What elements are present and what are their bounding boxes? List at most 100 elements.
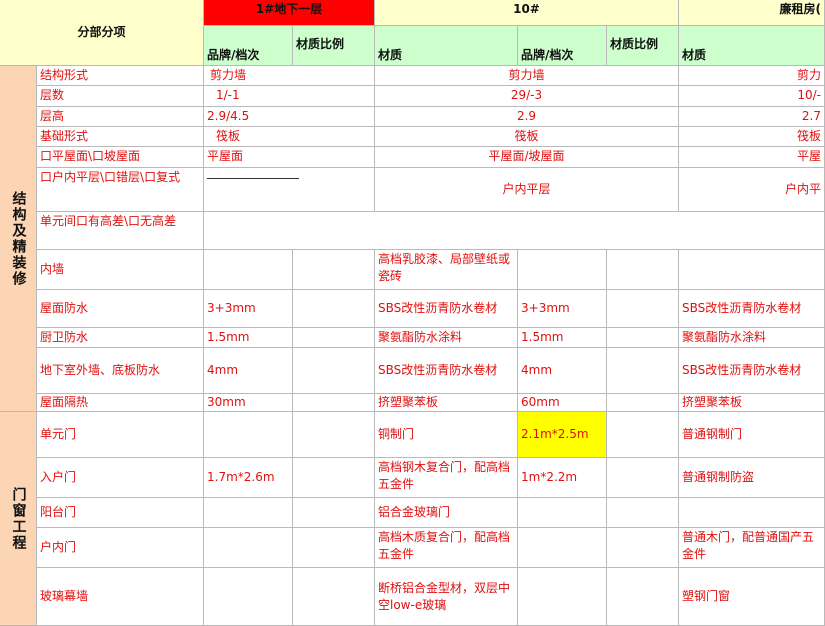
merged-cell[interactable]: 剪力 bbox=[679, 66, 825, 86]
subheader-ratio-1[interactable]: 材质比例 bbox=[293, 26, 375, 66]
cell-ratio-1[interactable] bbox=[293, 328, 375, 348]
section-header-cell[interactable]: 分部分项 bbox=[0, 0, 204, 66]
cell-brand-1[interactable]: 1.5mm bbox=[204, 328, 293, 348]
cell-ratio-1[interactable] bbox=[293, 568, 375, 626]
row-label[interactable]: 口平屋面\口坡屋面 bbox=[37, 147, 204, 168]
cell-brand-10-highlighted[interactable]: 2.1m*2.5m bbox=[518, 412, 607, 458]
merged-cell[interactable]: 筏板 bbox=[375, 127, 679, 147]
cell-brand-10[interactable]: 1m*2.2m bbox=[518, 458, 607, 498]
cell-ratio-10[interactable] bbox=[607, 250, 679, 290]
cell-material-lowrent[interactable]: 普通钢制防盗 bbox=[679, 458, 825, 498]
cell-material-10[interactable]: 挤塑聚苯板 bbox=[375, 394, 518, 412]
cell-brand-10[interactable] bbox=[518, 250, 607, 290]
cell-material-10[interactable]: SBS改性沥青防水卷材 bbox=[375, 290, 518, 328]
merged-cell[interactable]: 户内平层 bbox=[375, 168, 679, 212]
cell-brand-10[interactable] bbox=[518, 528, 607, 568]
cell-brand-10[interactable]: 4mm bbox=[518, 348, 607, 394]
row-label[interactable]: 入户门 bbox=[37, 458, 204, 498]
merged-cell[interactable]: 2.9/4.5 bbox=[204, 107, 375, 127]
cell-brand-1[interactable] bbox=[204, 528, 293, 568]
cell-material-10[interactable]: 高档乳胶漆、局部壁纸或瓷砖 bbox=[375, 250, 518, 290]
group-header-lowrent[interactable]: 廉租房( bbox=[679, 0, 825, 26]
cell-ratio-1[interactable] bbox=[293, 394, 375, 412]
merged-cell[interactable]: 筏板 bbox=[679, 127, 825, 147]
cell-ratio-1[interactable] bbox=[293, 528, 375, 568]
cell-ratio-10[interactable] bbox=[607, 528, 679, 568]
cell-brand-10[interactable]: 1.5mm bbox=[518, 328, 607, 348]
cell-brand-10[interactable] bbox=[518, 568, 607, 626]
row-label[interactable]: 户内门 bbox=[37, 528, 204, 568]
row-label[interactable]: 屋面防水 bbox=[37, 290, 204, 328]
cell-brand-10[interactable]: 3+3mm bbox=[518, 290, 607, 328]
merged-cell[interactable]: 平屋面/坡屋面 bbox=[375, 147, 679, 168]
cell-ratio-1[interactable] bbox=[293, 498, 375, 528]
cell-ratio-10[interactable] bbox=[607, 458, 679, 498]
section-structure[interactable]: 结构及精装修 bbox=[0, 66, 37, 412]
row-label[interactable]: 阳台门 bbox=[37, 498, 204, 528]
cell-ratio-1[interactable] bbox=[293, 250, 375, 290]
merged-cell[interactable]: 2.9 bbox=[375, 107, 679, 127]
cell-ratio-1[interactable] bbox=[293, 458, 375, 498]
merged-cell[interactable]: 剪力墙 bbox=[204, 66, 375, 86]
merged-cell[interactable]: 29/-3 bbox=[375, 86, 679, 107]
cell-brand-1[interactable] bbox=[204, 412, 293, 458]
cell-ratio-10[interactable] bbox=[607, 348, 679, 394]
cell-ratio-1[interactable] bbox=[293, 348, 375, 394]
cell-material-lowrent[interactable]: 塑钢门窗 bbox=[679, 568, 825, 626]
cell-material-lowrent[interactable]: 聚氨酯防水涂料 bbox=[679, 328, 825, 348]
cell-material-10[interactable]: 高档钢木复合门，配高档五金件 bbox=[375, 458, 518, 498]
cell-ratio-10[interactable] bbox=[607, 412, 679, 458]
cell-ratio-1[interactable] bbox=[293, 290, 375, 328]
cell-material-lowrent[interactable] bbox=[679, 250, 825, 290]
section-doors-windows[interactable]: 门窗工程 bbox=[0, 412, 37, 626]
merged-cell[interactable]: 剪力墙 bbox=[375, 66, 679, 86]
cell-ratio-1[interactable] bbox=[293, 412, 375, 458]
cell-brand-10[interactable] bbox=[518, 498, 607, 528]
subheader-material-10[interactable]: 材质 bbox=[375, 26, 518, 66]
cell-brand-1[interactable] bbox=[204, 250, 293, 290]
cell-material-10[interactable]: 断桥铝合金型材，双层中空low-e玻璃 bbox=[375, 568, 518, 626]
row-label[interactable]: 层数 bbox=[37, 86, 204, 107]
cell-material-10[interactable]: 聚氨酯防水涂料 bbox=[375, 328, 518, 348]
cell-brand-1[interactable] bbox=[204, 568, 293, 626]
row-label[interactable]: 结构形式 bbox=[37, 66, 204, 86]
cell-material-lowrent[interactable]: 挤塑聚苯板 bbox=[679, 394, 825, 412]
cell-brand-1[interactable]: 30mm bbox=[204, 394, 293, 412]
merged-cell[interactable]: 平屋面 bbox=[204, 147, 375, 168]
merged-cell[interactable]: 10/- bbox=[679, 86, 825, 107]
cell-ratio-10[interactable] bbox=[607, 568, 679, 626]
row-label[interactable]: 单元间口有高差\口无高差 bbox=[37, 212, 204, 250]
merged-cell[interactable]: 平屋 bbox=[679, 147, 825, 168]
cell-material-lowrent[interactable]: SBS改性沥青防水卷材 bbox=[679, 348, 825, 394]
subheader-ratio-10[interactable]: 材质比例 bbox=[607, 26, 679, 66]
cell-brand-1[interactable] bbox=[204, 498, 293, 528]
cell-ratio-10[interactable] bbox=[607, 290, 679, 328]
cell-brand-1[interactable]: 4mm bbox=[204, 348, 293, 394]
cell-ratio-10[interactable] bbox=[607, 394, 679, 412]
merged-cell[interactable]: 筏板 bbox=[204, 127, 375, 147]
cell-ratio-10[interactable] bbox=[607, 328, 679, 348]
group-header-basement[interactable]: 1#地下一层 bbox=[204, 0, 375, 26]
row-label[interactable]: 基础形式 bbox=[37, 127, 204, 147]
row-label[interactable]: 口户内平层\口错层\口复式 bbox=[37, 168, 204, 212]
cell-material-10[interactable]: 高档木质复合门，配高档五金件 bbox=[375, 528, 518, 568]
row-label[interactable]: 地下室外墙、底板防水 bbox=[37, 348, 204, 394]
cell-material-10[interactable]: 铜制门 bbox=[375, 412, 518, 458]
row-label[interactable]: 内墙 bbox=[37, 250, 204, 290]
cell-material-lowrent[interactable] bbox=[679, 498, 825, 528]
merged-cell[interactable]: 2.7 bbox=[679, 107, 825, 127]
empty-merged-cell[interactable] bbox=[204, 212, 825, 250]
group-header-building-10[interactable]: 10# bbox=[375, 0, 679, 26]
subheader-material-lowrent[interactable]: 材质 bbox=[679, 26, 825, 66]
row-label[interactable]: 厨卫防水 bbox=[37, 328, 204, 348]
cell-material-lowrent[interactable]: 普通木门，配普通国产五金件 bbox=[679, 528, 825, 568]
cell-brand-1[interactable]: 3+3mm bbox=[204, 290, 293, 328]
cell-brand-1[interactable]: 1.7m*2.6m bbox=[204, 458, 293, 498]
cell-material-10[interactable]: SBS改性沥青防水卷材 bbox=[375, 348, 518, 394]
cell-material-lowrent[interactable]: 普通钢制门 bbox=[679, 412, 825, 458]
row-label[interactable]: 屋面隔热 bbox=[37, 394, 204, 412]
merged-cell[interactable]: 1/-1 bbox=[204, 86, 375, 107]
row-label[interactable]: 层高 bbox=[37, 107, 204, 127]
cell-material-lowrent[interactable]: SBS改性沥青防水卷材 bbox=[679, 290, 825, 328]
cell-ratio-10[interactable] bbox=[607, 498, 679, 528]
